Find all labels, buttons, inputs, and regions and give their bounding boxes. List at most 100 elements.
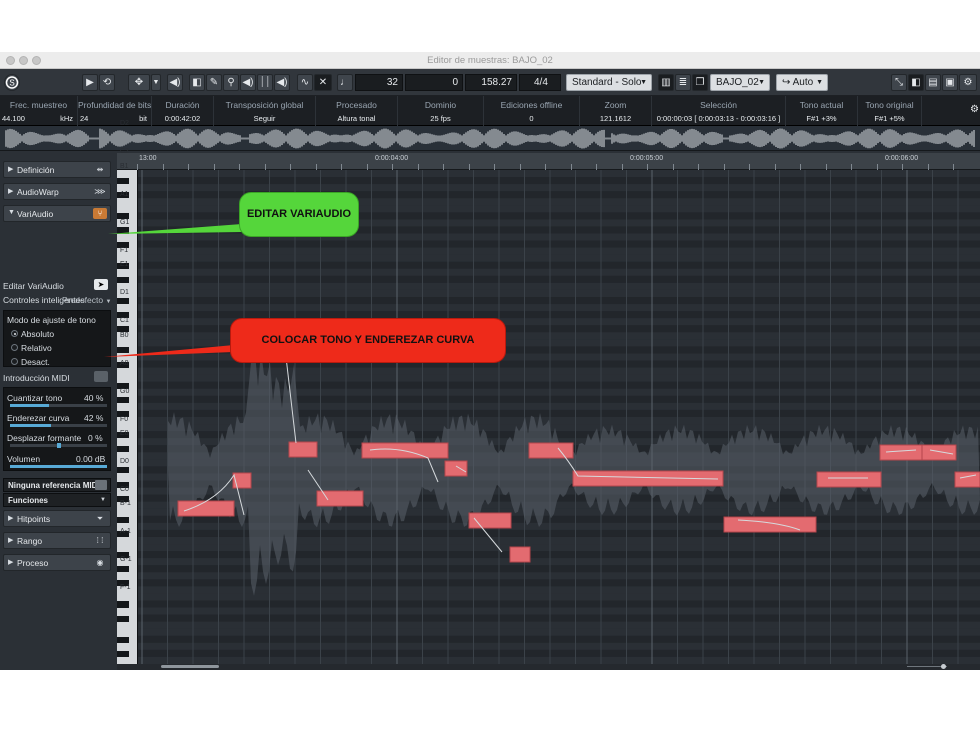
scrollbar-thumb[interactable] xyxy=(161,665,219,668)
black-key[interactable] xyxy=(117,276,129,283)
window-layout-icon[interactable]: ▣ xyxy=(942,74,958,91)
loop-icon[interactable]: ⟲ xyxy=(99,74,115,91)
black-key[interactable] xyxy=(117,516,129,523)
curve-icon[interactable]: ∿ xyxy=(297,74,313,91)
hitpoint-icon[interactable]: ⏐⏐ xyxy=(257,74,273,91)
speaker-icon[interactable]: ◀) xyxy=(167,74,183,91)
cuantizar-tono-slider[interactable] xyxy=(10,404,107,407)
offset-field[interactable]: 0 xyxy=(405,74,463,91)
info-value[interactable]: 0 xyxy=(484,114,579,123)
range-tool-icon[interactable]: ◧ xyxy=(189,74,205,91)
info-value[interactable]: F#1 +5% xyxy=(858,114,921,123)
info-header: Ediciones offline xyxy=(500,100,563,110)
section-definicion[interactable]: ▶ Definición ⇹ xyxy=(3,161,111,178)
pitch-lane xyxy=(138,635,980,643)
piano-keyboard[interactable]: D2 C2 B1 A1 G1 F1 E1 D1 C1 B0 A0 G0 F0 E0 D0 C0 B-1 A-1 G-… xyxy=(117,120,138,664)
info-column: Tono original F#1 +5% xyxy=(858,96,922,126)
info-value[interactable]: Altura tonal xyxy=(316,114,397,123)
midi-icon[interactable]: ▥ xyxy=(658,74,674,91)
volumen-value[interactable]: 0.00 dB xyxy=(76,454,105,464)
black-key[interactable] xyxy=(117,650,129,657)
auto-select[interactable]: ↪ Auto ▼ xyxy=(776,74,828,91)
black-key[interactable] xyxy=(117,298,129,305)
modo-ajuste-label: Modo de ajuste de tono xyxy=(7,315,96,325)
toolbar: S ▶ ⟲ ✥ ▼ ◀) ◧ ✎ ⚲ ◀) ⏐⏐ ◀) ∿ ✕ ♩ 32 0 1… xyxy=(0,69,980,96)
black-key[interactable] xyxy=(117,347,129,354)
cubase-logo-icon[interactable]: S xyxy=(4,74,20,91)
snap-icon[interactable]: ✕ xyxy=(314,74,332,91)
cuantizar-tono-label: Cuantizar tono xyxy=(7,393,63,403)
black-key[interactable] xyxy=(117,227,129,234)
black-key[interactable] xyxy=(117,636,129,643)
note-icon[interactable]: ♩ xyxy=(337,74,353,91)
gear-icon[interactable]: ⚙ xyxy=(970,104,979,115)
layers-icon[interactable]: ≣ xyxy=(675,74,691,91)
time-signature-field[interactable]: 4/4 xyxy=(519,74,561,91)
horizontal-scrollbar[interactable] xyxy=(117,664,980,670)
black-key[interactable] xyxy=(117,566,129,573)
time-ruler[interactable]: 13:00 0:00:04:00 0:00:05:00 0:00:06:00 xyxy=(117,153,980,170)
volumen-slider[interactable] xyxy=(10,465,107,468)
inspector-toggle-icon[interactable]: ◧ xyxy=(908,74,924,91)
funciones-select[interactable]: Funciones ▼ xyxy=(3,493,111,507)
midi-reference-button[interactable] xyxy=(95,480,107,490)
black-key[interactable] xyxy=(117,467,129,474)
cuantizar-tono-value[interactable]: 40 % xyxy=(84,393,103,403)
info-value[interactable]: F#1 +3% xyxy=(786,114,857,123)
overview-waveform[interactable] xyxy=(0,126,980,151)
pitch-lane xyxy=(138,289,980,298)
section-hitpoints[interactable]: ▶ Hitpoints ⏷ xyxy=(3,510,111,527)
algorithm-select[interactable]: Standard - Solo ▼ xyxy=(566,74,652,91)
panel-icon[interactable]: ▤ xyxy=(925,74,941,91)
pencil-icon[interactable]: ✎ xyxy=(206,74,222,91)
midi-reference-select[interactable]: Ninguna referencia MIDI xyxy=(3,478,111,492)
filter-icon: ⏷ xyxy=(96,514,104,523)
desplazar-formante-slider[interactable] xyxy=(10,443,107,448)
settings-icon[interactable]: ⚙ xyxy=(959,74,977,91)
controles-select[interactable]: Predefecto ▼ xyxy=(62,295,111,305)
black-key[interactable] xyxy=(117,615,129,622)
info-value[interactable]: 44.100 kHz xyxy=(0,114,77,123)
black-key[interactable] xyxy=(117,396,129,403)
audition-icon[interactable]: ◀) xyxy=(274,74,290,91)
play-icon[interactable]: ▶ xyxy=(82,74,98,91)
info-column: Frec. muestreo 44.100 kHz xyxy=(0,96,78,126)
pitch-segment xyxy=(468,512,512,529)
enderezar-curva-value[interactable]: 42 % xyxy=(84,413,103,423)
enderezar-curva-slider[interactable] xyxy=(10,424,107,427)
introduccion-midi-toggle[interactable] xyxy=(94,371,108,382)
section-label: VariAudio xyxy=(17,209,54,219)
desplazar-formante-value[interactable]: 0 % xyxy=(88,433,103,443)
quantize-field[interactable]: 32 xyxy=(355,74,403,91)
info-value[interactable]: 24 bit xyxy=(78,114,151,123)
chevron-down-icon[interactable]: ▼ xyxy=(151,74,161,91)
section-audiowarp[interactable]: ▶ AudioWarp ⋙ xyxy=(3,183,111,200)
tempo-field[interactable]: 158.27 xyxy=(465,74,517,91)
info-value[interactable]: 121.1612 xyxy=(580,114,651,123)
track-select[interactable]: BAJO_02 ▼ xyxy=(710,74,770,91)
info-value[interactable]: 25 fps xyxy=(398,114,483,123)
slider-handle[interactable] xyxy=(56,443,61,448)
copy-icon[interactable]: ❐ xyxy=(692,74,708,91)
radio-absoluto[interactable] xyxy=(11,330,18,337)
black-key[interactable] xyxy=(117,446,129,453)
zoom-slider-handle[interactable] xyxy=(941,664,946,669)
editar-variaudio-button[interactable]: ➤ xyxy=(94,279,108,290)
info-value[interactable]: Seguir xyxy=(214,114,315,123)
zoom-icon[interactable]: ⚲ xyxy=(223,74,239,91)
info-value[interactable]: 0:00:00:03 [ 0:00:03:13 - 0:00:03:16 ] xyxy=(652,114,785,123)
black-key[interactable] xyxy=(117,601,129,608)
move-tool-icon[interactable]: ✥ xyxy=(128,74,150,91)
black-key[interactable] xyxy=(117,178,129,185)
speaker-scrub-icon[interactable]: ◀) xyxy=(240,74,256,91)
expand-icon[interactable]: ⤡ xyxy=(891,74,907,91)
ruler-label: 0:00:04:00 xyxy=(375,155,409,162)
section-rango[interactable]: ▶ Rango ⁞ ⁞ xyxy=(3,532,111,549)
radio-relativo[interactable] xyxy=(11,344,18,351)
radio-desact[interactable] xyxy=(11,358,18,365)
section-variaudio[interactable]: ▼ VariAudio ⑂ xyxy=(3,205,111,222)
info-value[interactable]: 0:00:42:02 xyxy=(152,114,213,123)
variaudio-editor-grid[interactable] xyxy=(138,170,980,664)
key-label: F0 xyxy=(120,416,129,423)
section-proceso[interactable]: ▶ Proceso ◉ xyxy=(3,554,111,571)
